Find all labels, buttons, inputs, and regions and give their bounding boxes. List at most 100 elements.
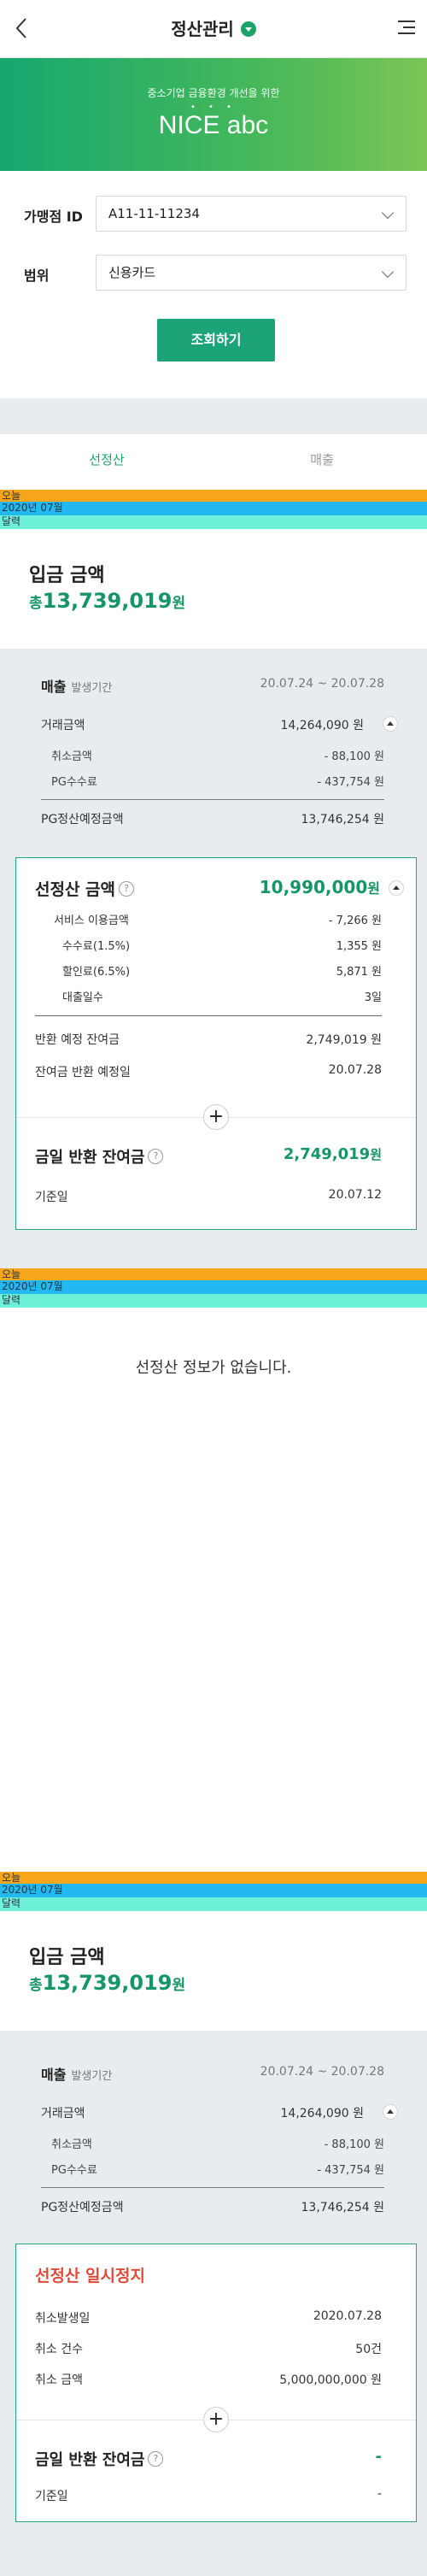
- help-icon[interactable]: ?: [148, 2451, 164, 2467]
- discount-row: 할인료(6.5%) 5,871 원: [35, 962, 382, 981]
- deposit-unit: 원: [172, 1977, 186, 1994]
- banner-brand: NICE abc: [158, 111, 269, 139]
- row-label: 취소금액: [51, 2138, 92, 2151]
- month-selector[interactable]: 2020년 07월: [0, 502, 427, 515]
- row-label: 서비스 이용금액: [54, 915, 129, 927]
- card-amount-unit: 원: [367, 880, 380, 897]
- today-button[interactable]: 오늘: [0, 1268, 427, 1280]
- plus-icon[interactable]: +: [203, 2407, 229, 2432]
- cancel-amount-row: 취소 금액 5,000,000,000 원: [35, 2371, 382, 2390]
- calendar-button[interactable]: 달력: [0, 1294, 427, 1308]
- collapse-up-icon[interactable]: [389, 880, 404, 896]
- merchant-id-select[interactable]: A11-11-11234: [96, 196, 407, 232]
- collapse-up-icon[interactable]: [383, 716, 398, 732]
- month-selector[interactable]: 2020년 07월: [0, 1884, 427, 1897]
- help-icon[interactable]: ?: [119, 880, 135, 897]
- deposit-prefix: 총: [29, 595, 43, 612]
- row-label: 기준일: [35, 1191, 68, 1204]
- caret-down-icon: [240, 21, 256, 37]
- row-value: 20.07.12: [328, 1188, 382, 1202]
- return-balance-row: 반환 예정 잔여금 2,749,019 원: [35, 1031, 382, 1050]
- month-selector[interactable]: 2020년 07월: [0, 1280, 427, 1294]
- help-icon[interactable]: ?: [148, 1149, 164, 1164]
- search-form: 가맹점 ID A11-11-11234 범위 신용카드 조회하기: [0, 171, 427, 398]
- row-label: 할인료(6.5%): [62, 966, 131, 979]
- today-button[interactable]: 오늘: [0, 1872, 427, 1884]
- sales-period-label: 발생기간: [71, 682, 113, 695]
- transaction-amount-row: 거래금액 14,264,090 원: [41, 2104, 384, 2123]
- row-value: - 88,100 원: [324, 750, 384, 763]
- row-value: -: [377, 2487, 382, 2501]
- row-value: - 7,266 원: [328, 915, 382, 927]
- cancel-amount-row: 취소금액 - 88,100 원: [41, 747, 384, 766]
- deposit-title: 입금 금액: [29, 565, 105, 586]
- row-label: 취소 금액: [35, 2373, 83, 2387]
- collapse-up-icon[interactable]: [383, 2104, 398, 2120]
- card-title: 선정산 일시정지: [35, 2267, 145, 2285]
- card-title-text: 선정산 금액: [35, 880, 116, 899]
- row-value: 2020.07.28: [313, 2309, 382, 2323]
- empty-state: 선정산 정보가 없습니다.: [0, 1308, 427, 1872]
- cancel-date-row: 취소발생일 2020.07.28: [35, 2309, 382, 2328]
- divider: [41, 799, 384, 800]
- row-label: PG수수료: [51, 776, 97, 789]
- base-date-row: 기준일 20.07.12: [35, 1188, 382, 1207]
- calendar-button[interactable]: 달력: [0, 515, 427, 529]
- row-label: 거래금액: [41, 2107, 85, 2120]
- deposit-title: 입금 금액: [29, 1947, 105, 1968]
- sales-header: 매출 발생기간 20.07.24 ~ 20.07.28: [41, 675, 384, 696]
- row-label: PG수수료: [51, 2164, 97, 2177]
- row-label: 취소 건수: [35, 2343, 83, 2356]
- search-button[interactable]: 조회하기: [157, 319, 275, 362]
- row-value: 13,746,254 원: [301, 2201, 385, 2214]
- plus-icon[interactable]: +: [203, 1104, 229, 1130]
- divider: [41, 2187, 384, 2188]
- transaction-amount-row: 거래금액 14,264,090 원: [41, 716, 384, 735]
- today-return-amount: 2,749,019원: [284, 1145, 382, 1163]
- banner-subtitle: 중소기업 금융환경 개선을 위한: [147, 87, 280, 99]
- page-title: 정산관리: [171, 19, 234, 39]
- tab-sales[interactable]: 매출: [215, 434, 427, 492]
- service-usage-row: 서비스 이용금액 - 7,266 원: [35, 911, 382, 930]
- pg-fee-row: PG수수료 - 437,754 원: [41, 2161, 384, 2179]
- empty-message: 선정산 정보가 없습니다.: [135, 1359, 292, 1377]
- deposit-value: 13,739,019: [42, 1971, 173, 1995]
- card-amount-value: 10,990,000: [259, 877, 368, 897]
- return-date-row: 잔여금 반환 예정일 20.07.28: [35, 1063, 382, 1082]
- merchant-id-label: 가맹점 ID: [24, 209, 83, 225]
- pg-total-row: PG정산예정금액 13,746,254 원: [41, 2198, 384, 2217]
- range-label: 범위: [24, 268, 50, 284]
- pg-fee-row: PG수수료 - 437,754 원: [41, 773, 384, 791]
- fee-row: 수수료(1.5%) 1,355 원: [35, 937, 382, 956]
- cancel-amount-row: 취소금액 - 88,100 원: [41, 2135, 384, 2154]
- calendar-button[interactable]: 달력: [0, 1897, 427, 1911]
- menu-icon[interactable]: [396, 19, 417, 36]
- row-value: 20.07.28: [328, 1063, 382, 1077]
- row-value: - 437,754 원: [317, 2164, 384, 2177]
- page-title-dropdown[interactable]: 정산관리: [0, 15, 427, 40]
- chevron-down-icon: [381, 206, 395, 220]
- row-value: 14,264,090 원: [280, 2107, 365, 2120]
- deposit-summary: 입금 금액 총13,739,019원: [0, 529, 427, 649]
- chevron-down-icon: [381, 265, 395, 279]
- row-label: 잔여금 반환 예정일: [35, 1066, 131, 1079]
- row-label: 반환 예정 잔여금: [35, 1033, 120, 1047]
- date-selector: 오늘 2020년 07월 달력: [0, 490, 427, 529]
- row-label: 금일 반환 잔여금: [35, 1149, 145, 1167]
- merchant-id-value: A11-11-11234: [108, 206, 200, 221]
- today-button[interactable]: 오늘: [0, 490, 427, 502]
- deposit-value: 13,739,019: [42, 589, 173, 613]
- brand-banner: 중소기업 금융환경 개선을 위한 • • • NICE abc: [0, 58, 427, 171]
- cancel-count-row: 취소 건수 50건: [35, 2340, 382, 2359]
- range-select[interactable]: 신용카드: [96, 255, 407, 291]
- row-value: 50건: [355, 2343, 382, 2356]
- sales-range: 20.07.24 ~ 20.07.28: [260, 2065, 384, 2079]
- row-value: - 88,100 원: [324, 2138, 384, 2151]
- pg-total-row: PG정산예정금액 13,746,254 원: [41, 810, 384, 829]
- divider: [35, 1015, 382, 1016]
- today-return-row: 금일 반환 잔여금? -: [35, 2448, 382, 2470]
- card-amount: 10,990,000원: [260, 877, 380, 897]
- row-label: 금일 반환 잔여금: [35, 2451, 145, 2469]
- tab-pre-settlement[interactable]: 선정산: [0, 434, 214, 492]
- row-value: 14,264,090 원: [280, 719, 365, 732]
